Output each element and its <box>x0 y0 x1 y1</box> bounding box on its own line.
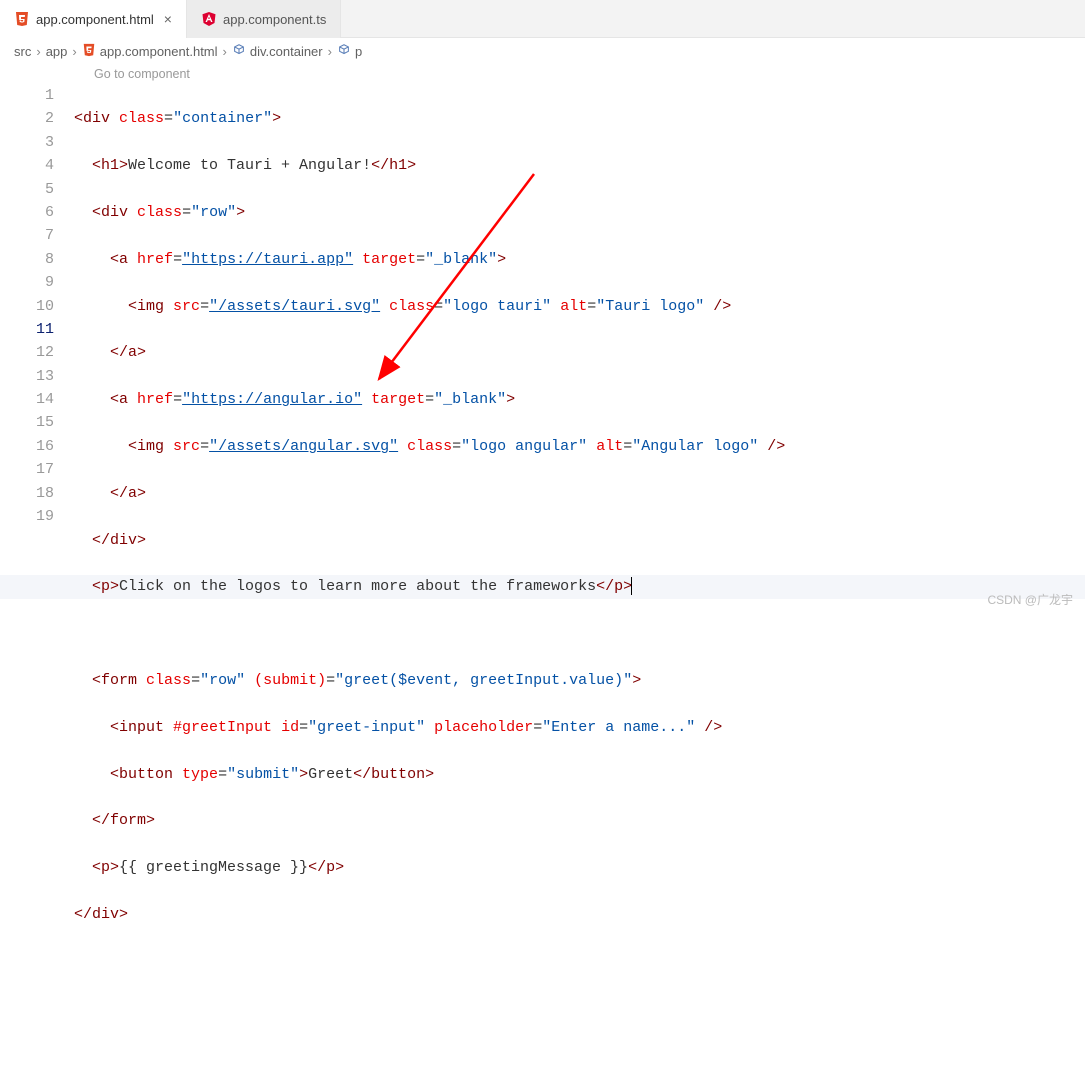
html5-icon <box>82 43 96 60</box>
code-line: <div class="container"> <box>74 107 1085 130</box>
code-line: <input #greetInput id="greet-input" plac… <box>74 716 1085 739</box>
tab-app-component-ts[interactable]: app.component.ts <box>187 0 341 38</box>
crumb-div[interactable]: div.container <box>232 43 323 60</box>
html5-icon <box>14 11 30 27</box>
code-line: </div> <box>74 903 1085 926</box>
code-line: <img src="/assets/angular.svg" class="lo… <box>74 435 1085 458</box>
tab-app-component-html[interactable]: app.component.html × <box>0 0 187 38</box>
code-line: <img src="/assets/tauri.svg" class="logo… <box>74 295 1085 318</box>
tab-label: app.component.ts <box>223 12 326 27</box>
symbol-icon <box>337 43 351 60</box>
code-line: </a> <box>74 482 1085 505</box>
crumb-src[interactable]: src <box>14 44 31 59</box>
code-line: <a href="https://tauri.app" target="_bla… <box>74 248 1085 271</box>
close-icon[interactable]: × <box>164 11 172 27</box>
chevron-right-icon: › <box>328 44 332 59</box>
code-line: <p>{{ greetingMessage }}</p> <box>74 856 1085 879</box>
code-line: <button type="submit">Greet</button> <box>74 763 1085 786</box>
code-line-current: <p>Click on the logos to learn more abou… <box>74 575 1085 598</box>
chevron-right-icon: › <box>72 44 76 59</box>
tab-bar: app.component.html × app.component.ts <box>0 0 1085 38</box>
angular-icon <box>201 11 217 27</box>
code-editor[interactable]: 1 2 3 4 5 6 7 8 9 10 11 12 13 14 15 16 1… <box>0 84 1085 1067</box>
code-line <box>74 950 1085 973</box>
code-line: <h1>Welcome to Tauri + Angular!</h1> <box>74 154 1085 177</box>
code-line: <div class="row"> <box>74 201 1085 224</box>
breadcrumb[interactable]: src › app › app.component.html › div.con… <box>0 38 1085 64</box>
tab-label: app.component.html <box>36 12 154 27</box>
watermark: CSDN @广龙宇 <box>987 591 1073 608</box>
line-numbers: 1 2 3 4 5 6 7 8 9 10 11 12 13 14 15 16 1… <box>0 84 74 1067</box>
code-line <box>74 622 1085 645</box>
chevron-right-icon: › <box>36 44 40 59</box>
crumb-app[interactable]: app <box>46 44 68 59</box>
code-line: </div> <box>74 529 1085 552</box>
code-line: <form class="row" (submit)="greet($event… <box>74 669 1085 692</box>
crumb-file[interactable]: app.component.html <box>82 43 218 60</box>
chevron-right-icon: › <box>223 44 227 59</box>
code-line: </form> <box>74 809 1085 832</box>
symbol-icon <box>232 43 246 60</box>
crumb-p[interactable]: p <box>337 43 362 60</box>
code-line: </a> <box>74 341 1085 364</box>
codelens-link[interactable]: Go to component <box>0 64 1085 84</box>
code-content[interactable]: <div class="container"> <h1>Welcome to T… <box>74 84 1085 1067</box>
text-cursor <box>631 577 632 595</box>
code-line: <a href="https://angular.io" target="_bl… <box>74 388 1085 411</box>
